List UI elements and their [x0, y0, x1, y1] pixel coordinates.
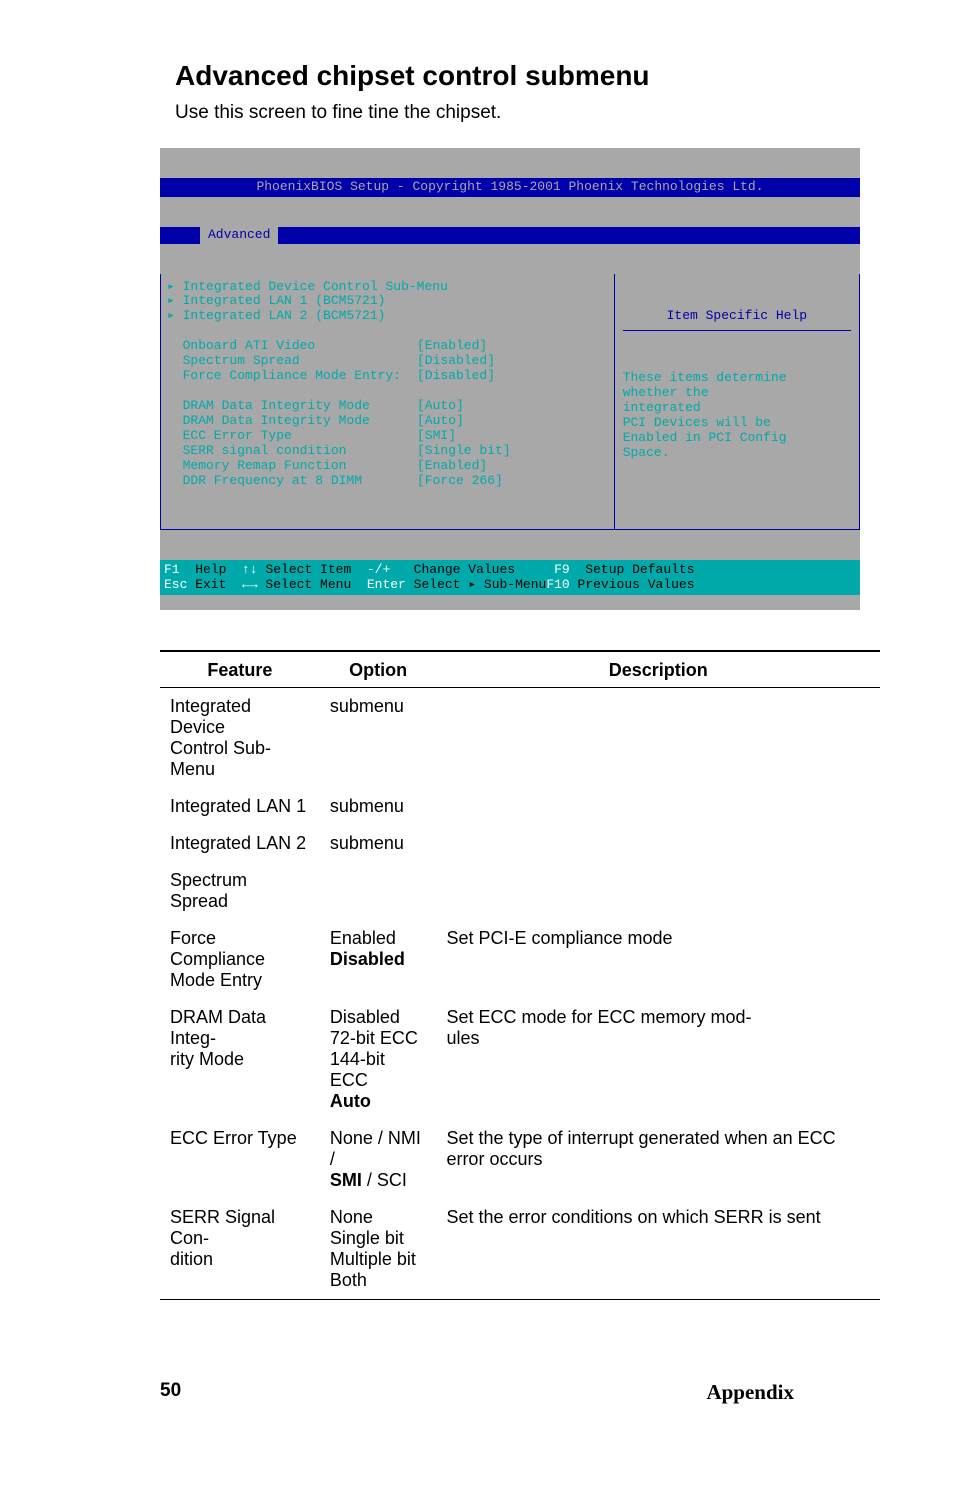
cell-feature: Force ComplianceMode Entry: [160, 920, 320, 999]
bios-setting-row: ECC Error Type[SMI]: [167, 429, 606, 444]
cell-option: submenu: [320, 825, 437, 862]
bios-left-pane: ▸ Integrated Device Control Sub-Menu▸ In…: [161, 274, 615, 529]
bios-setting-value: [Enabled]: [417, 459, 487, 474]
cell-option: [320, 862, 437, 920]
cell-description: [436, 825, 880, 862]
cell-feature: Spectrum Spread: [160, 862, 320, 920]
bios-setting-value: [SMI]: [417, 429, 456, 444]
cell-option: submenu: [320, 788, 437, 825]
cell-feature: Integrated LAN 1: [160, 788, 320, 825]
cell-description: Set ECC mode for ECC memory mod-ules: [436, 999, 880, 1120]
cell-feature: SERR Signal Con-dition: [160, 1199, 320, 1300]
bios-setting-value: [Disabled]: [417, 354, 495, 369]
bios-setting-label: Force Compliance Mode Entry:: [167, 369, 417, 384]
cell-description: [436, 862, 880, 920]
cell-description: Set PCI-E compliance mode: [436, 920, 880, 999]
bios-footer: F1 Help ↑↓ Select Item -/+ Change Values…: [160, 560, 860, 595]
bios-setting-label: SERR signal condition: [167, 444, 417, 459]
bios-setting-value: [Auto]: [417, 399, 464, 414]
col-description: Description: [436, 651, 880, 688]
cell-feature: Integrated DeviceControl Sub-Menu: [160, 687, 320, 788]
page-subtitle: Use this screen to fine tine the chipset…: [175, 102, 874, 124]
cell-option: NoneSingle bitMultiple bitBoth: [320, 1199, 437, 1300]
bios-setting-row: DDR Frequency at 8 DIMM[Force 266]: [167, 474, 606, 489]
bios-tab-advanced: Advanced: [200, 227, 278, 244]
cell-feature: ECC Error Type: [160, 1120, 320, 1199]
table-row: ECC Error TypeNone / NMI /SMI / SCISet t…: [160, 1120, 880, 1199]
table-row: DRAM Data Integ-rity ModeDisabled72-bit …: [160, 999, 880, 1120]
cell-description: Set the error conditions on which SERR i…: [436, 1199, 880, 1300]
table-row: Spectrum Spread: [160, 862, 880, 920]
cell-option: Disabled72-bit ECC144-bit ECCAuto: [320, 999, 437, 1120]
bios-setting-row: Force Compliance Mode Entry:[Disabled]: [167, 369, 606, 384]
bios-submenu-item: ▸ Integrated LAN 2 (BCM5721): [167, 309, 606, 324]
bios-setting-label: Memory Remap Function: [167, 459, 417, 474]
cell-feature: Integrated LAN 2: [160, 825, 320, 862]
bios-setting-label: ECC Error Type: [167, 429, 417, 444]
bios-submenu-item: ▸ Integrated Device Control Sub-Menu: [167, 280, 606, 295]
bios-title: PhoenixBIOS Setup - Copyright 1985-2001 …: [160, 178, 860, 197]
table-row: Integrated DeviceControl Sub-Menusubmenu: [160, 687, 880, 788]
bios-setting-value: [Disabled]: [417, 369, 495, 384]
table-row: Integrated LAN 1submenu: [160, 788, 880, 825]
bios-setting-value: [Single bit]: [417, 444, 511, 459]
bios-setting-label: DRAM Data Integrity Mode: [167, 399, 417, 414]
bios-submenu-item: ▸ Integrated LAN 1 (BCM5721): [167, 294, 606, 309]
bios-setting-label: DRAM Data Integrity Mode: [167, 414, 417, 429]
bios-setting-value: [Auto]: [417, 414, 464, 429]
cell-description: Set the type of interrupt generated when…: [436, 1120, 880, 1199]
page-number: 50: [160, 1380, 181, 1405]
bios-setting-value: [Force 266]: [417, 474, 503, 489]
page-title: Advanced chipset control submenu: [175, 60, 874, 92]
bios-setting-row: Spectrum Spread[Disabled]: [167, 354, 606, 369]
feature-table: Feature Option Description Integrated De…: [160, 650, 880, 1300]
cell-description: [436, 788, 880, 825]
bios-screenshot: PhoenixBIOS Setup - Copyright 1985-2001 …: [160, 148, 860, 610]
bios-help-pane: Item Specific Help These items determine…: [615, 274, 859, 529]
bios-setting-label: Spectrum Spread: [167, 354, 417, 369]
bios-setting-row: Memory Remap Function[Enabled]: [167, 459, 606, 474]
cell-description: [436, 687, 880, 788]
col-feature: Feature: [160, 651, 320, 688]
table-row: Force ComplianceMode EntryEnabledDisable…: [160, 920, 880, 999]
section-label: Appendix: [706, 1380, 794, 1405]
bios-setting-row: SERR signal condition[Single bit]: [167, 444, 606, 459]
bios-setting-row: DRAM Data Integrity Mode[Auto]: [167, 399, 606, 414]
bios-tabbar: Advanced: [160, 227, 860, 244]
bios-setting-row: DRAM Data Integrity Mode[Auto]: [167, 414, 606, 429]
cell-option: EnabledDisabled: [320, 920, 437, 999]
cell-feature: DRAM Data Integ-rity Mode: [160, 999, 320, 1120]
bios-help-title: Item Specific Help: [623, 309, 851, 331]
table-row: Integrated LAN 2submenu: [160, 825, 880, 862]
page-footer: 50 Appendix: [160, 1380, 794, 1405]
col-option: Option: [320, 651, 437, 688]
bios-help-text: These items determine whether the integr…: [623, 371, 851, 461]
bios-setting-value: [Enabled]: [417, 339, 487, 354]
bios-setting-label: DDR Frequency at 8 DIMM: [167, 474, 417, 489]
cell-option: None / NMI /SMI / SCI: [320, 1120, 437, 1199]
bios-setting-label: Onboard ATI Video: [167, 339, 417, 354]
table-row: SERR Signal Con-ditionNoneSingle bitMult…: [160, 1199, 880, 1300]
bios-setting-row: Onboard ATI Video[Enabled]: [167, 339, 606, 354]
cell-option: submenu: [320, 687, 437, 788]
